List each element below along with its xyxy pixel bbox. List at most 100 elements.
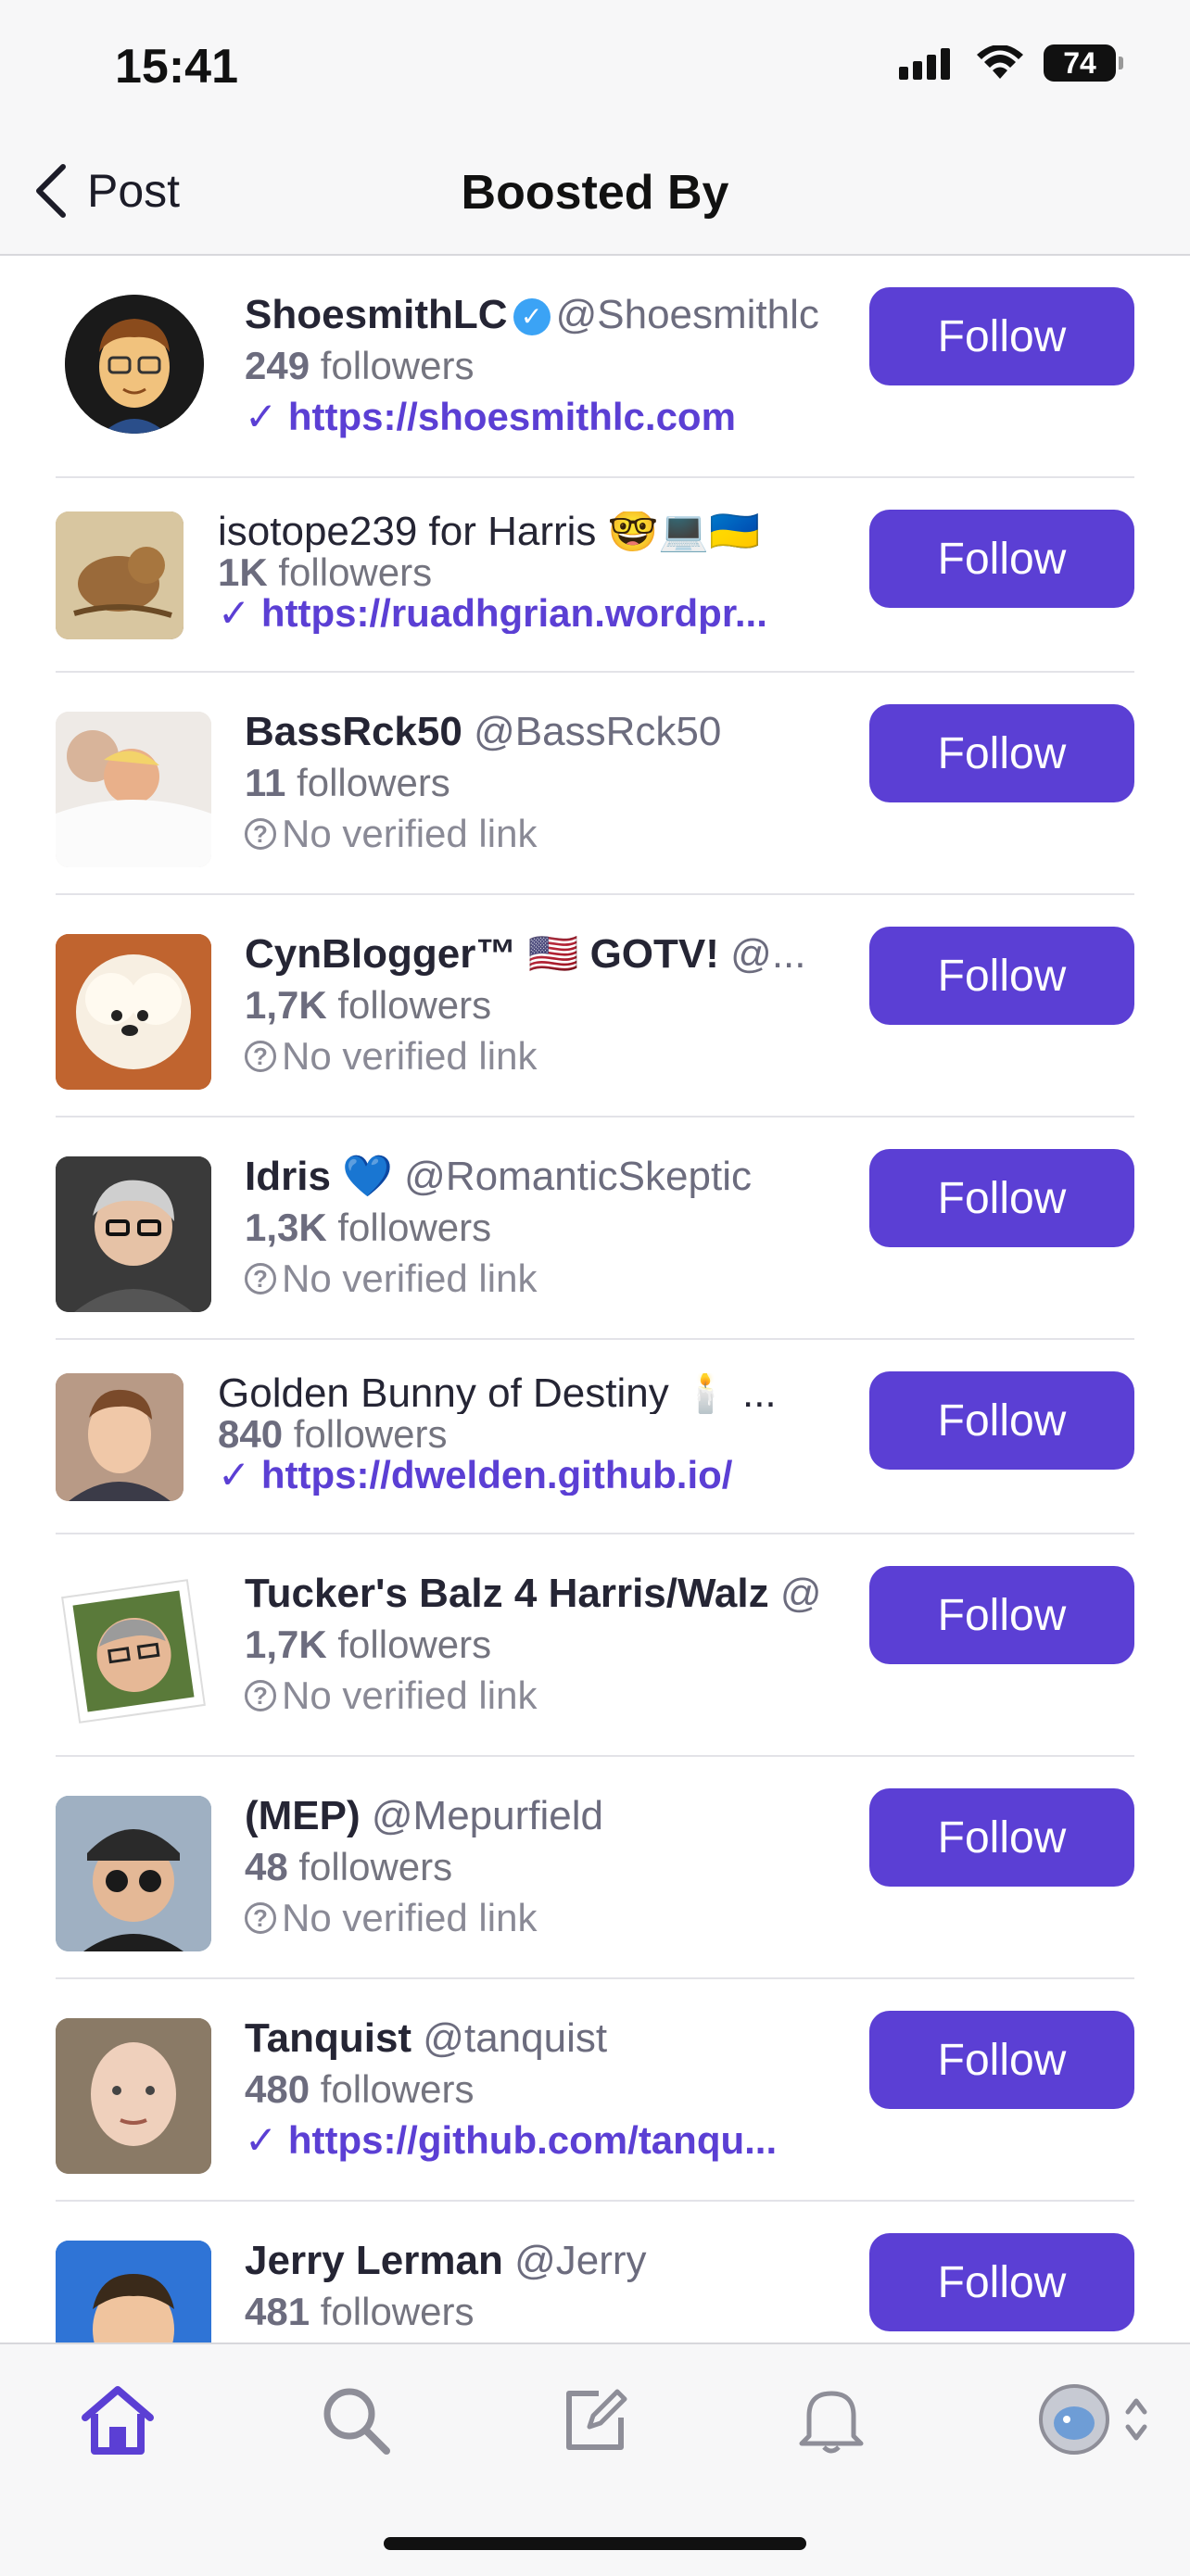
- user-name[interactable]: Idris 💙: [245, 1154, 393, 1199]
- user-name[interactable]: Golden Bunny of Destiny 🕯️ ...: [218, 1373, 777, 1414]
- user-handle: @tanquist: [423, 2015, 608, 2061]
- follower-count: 249 followers: [245, 344, 475, 387]
- follower-count: 48 followers: [245, 1845, 453, 1888]
- boosted-by-list: ShoesmithLC ✓ @Shoesmithlc 249 followers ✓…: [0, 256, 1190, 2342]
- user-handle: @: [779, 1571, 822, 1616]
- battery-indicator: 74: [1044, 44, 1123, 82]
- follow-button[interactable]: Follow: [869, 1788, 1134, 1887]
- no-verified-link: ? No verified link: [245, 1670, 893, 1722]
- user-handle: @...: [730, 931, 806, 977]
- follower-count: 481 followers: [245, 2290, 475, 2333]
- user-info: Tanquist @tanquist 480 followers ✓ https…: [245, 2013, 893, 2166]
- follower-count: 1,7K followers: [245, 983, 492, 1027]
- follow-button[interactable]: Follow: [869, 1149, 1134, 1247]
- user-name[interactable]: (MEP): [245, 1793, 361, 1838]
- user-info: ShoesmithLC ✓ @Shoesmithlc 249 followers ✓…: [245, 289, 893, 443]
- home-icon: [82, 2386, 154, 2455]
- user-name[interactable]: Tucker's Balz 4 Harris/Walz: [245, 1571, 769, 1616]
- chevron-up-down-icon: [1125, 2398, 1147, 2441]
- follower-count: 1,7K followers: [245, 1623, 492, 1666]
- list-item: Idris 💙 @RomanticSkeptic 1,3K followers …: [56, 1118, 1134, 1340]
- no-verified-link: ? No verified link: [245, 1253, 893, 1305]
- avatar[interactable]: [56, 511, 184, 639]
- user-info: Jerry Lerman @Jerry 481 followers: [245, 2235, 893, 2337]
- question-icon: ?: [245, 1041, 276, 1072]
- follow-button[interactable]: Follow: [869, 927, 1134, 1025]
- user-info: (MEP) @Mepurfield 48 followers ? No verif…: [245, 1790, 893, 1944]
- list-item: ShoesmithLC ✓ @Shoesmithlc 249 followers ✓…: [56, 256, 1134, 478]
- user-name[interactable]: CynBlogger™ 🇺🇸 GOTV!: [245, 931, 719, 977]
- list-item: CynBlogger™ 🇺🇸 GOTV! @... 1,7K followers…: [56, 895, 1134, 1118]
- profile-avatar: [1039, 2384, 1109, 2455]
- follow-button[interactable]: Follow: [869, 2011, 1134, 2109]
- list-item: isotope239 for Harris 🤓💻🇺🇦 1K followers …: [56, 478, 1134, 673]
- wifi-icon: [977, 45, 1023, 79]
- user-info: BassRck50 @BassRck50 11 followers ? No ve…: [245, 706, 893, 860]
- back-label: Post: [87, 165, 181, 217]
- question-icon: ?: [245, 1902, 276, 1934]
- question-icon: ?: [245, 1263, 276, 1294]
- follower-count: 11 followers: [245, 761, 450, 804]
- avatar[interactable]: [56, 1373, 184, 1501]
- avatar[interactable]: [56, 712, 211, 867]
- follow-button[interactable]: Follow: [869, 287, 1134, 385]
- question-icon: ?: [245, 1680, 276, 1711]
- tab-compose[interactable]: [553, 2378, 637, 2461]
- user-handle: @Jerry: [514, 2238, 647, 2283]
- list-item: BassRck50 @BassRck50 11 followers ? No ve…: [56, 673, 1134, 895]
- verified-badge-icon: ✓: [513, 298, 551, 336]
- user-handle: @Shoesmithlc: [555, 292, 819, 337]
- user-info: Tucker's Balz 4 Harris/Walz @ 1,7K follo…: [245, 1568, 893, 1722]
- list-item: (MEP) @Mepurfield 48 followers ? No verif…: [56, 1757, 1134, 1979]
- follow-button[interactable]: Follow: [869, 2233, 1134, 2331]
- verified-link[interactable]: ✓ https://github.com/tanqu...: [245, 2115, 893, 2166]
- user-handle: @BassRck50: [474, 709, 722, 754]
- tab-profile[interactable]: [1029, 2378, 1158, 2461]
- verified-link[interactable]: ✓ https://dwelden.github.io/: [218, 1455, 867, 1496]
- verified-link[interactable]: ✓ https://shoesmithlc.com: [245, 391, 893, 443]
- follow-button[interactable]: Follow: [869, 1371, 1134, 1470]
- tab-search[interactable]: [313, 2378, 397, 2461]
- avatar[interactable]: [56, 934, 211, 1090]
- user-handle: @RomanticSkeptic: [404, 1154, 752, 1199]
- question-icon: ?: [245, 818, 276, 850]
- list-item: Tanquist @tanquist 480 followers ✓ https…: [56, 1979, 1134, 2202]
- compose-icon: [566, 2389, 627, 2450]
- user-name[interactable]: isotope239 for Harris 🤓💻🇺🇦: [218, 511, 760, 552]
- avatar[interactable]: [56, 1796, 211, 1951]
- bell-icon: [799, 2391, 864, 2454]
- chevron-left-icon: [36, 164, 66, 218]
- follow-button[interactable]: Follow: [869, 1566, 1134, 1664]
- user-name[interactable]: BassRck50: [245, 709, 462, 754]
- user-info: CynBlogger™ 🇺🇸 GOTV! @... 1,7K followers…: [245, 928, 893, 1082]
- avatar[interactable]: [65, 295, 204, 434]
- user-name[interactable]: Tanquist: [245, 2015, 411, 2061]
- follower-count: 840 followers: [218, 1412, 448, 1456]
- user-info: Idris 💙 @RomanticSkeptic 1,3K followers …: [245, 1151, 893, 1305]
- status-icons: 74: [899, 44, 1123, 82]
- navigation-bar: Boosted By Post: [0, 130, 1190, 256]
- verified-link[interactable]: ✓ https://ruadhgrian.wordpr...: [218, 593, 867, 634]
- follow-button[interactable]: Follow: [869, 510, 1134, 608]
- avatar[interactable]: [56, 2018, 211, 2174]
- user-name[interactable]: Jerry Lerman: [245, 2238, 503, 2283]
- tab-notifications[interactable]: [790, 2378, 873, 2461]
- user-info: isotope239 for Harris 🤓💻🇺🇦 1K followers …: [218, 511, 867, 634]
- signal-icon: [899, 48, 950, 80]
- no-verified-link: ? No verified link: [245, 1892, 893, 1944]
- follow-button[interactable]: Follow: [869, 704, 1134, 802]
- follower-count: 480 followers: [245, 2067, 475, 2111]
- no-verified-link: ? No verified link: [245, 1030, 893, 1082]
- back-button[interactable]: Post: [33, 163, 180, 219]
- user-name[interactable]: ShoesmithLC: [245, 292, 508, 337]
- avatar[interactable]: [56, 2241, 211, 2342]
- no-verified-link: ? No verified link: [245, 808, 893, 860]
- home-indicator: [384, 2537, 806, 2550]
- status-time: 15:41: [115, 40, 238, 94]
- avatar[interactable]: [56, 1573, 211, 1729]
- status-bar: 15:41 74: [0, 0, 1190, 130]
- list-item: Tucker's Balz 4 Harris/Walz @ 1,7K follo…: [56, 1534, 1134, 1757]
- tab-home[interactable]: [76, 2378, 159, 2461]
- list-item: Jerry Lerman @Jerry 481 followers Follow: [56, 2202, 1134, 2342]
- avatar[interactable]: [56, 1156, 211, 1312]
